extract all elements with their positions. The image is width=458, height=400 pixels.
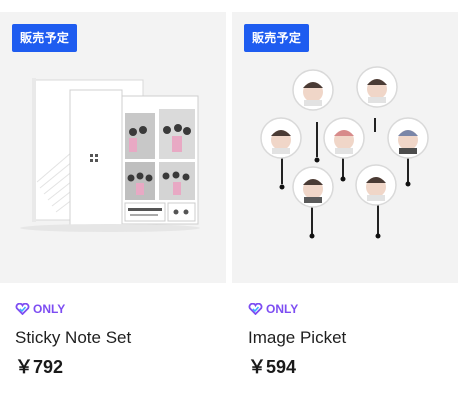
only-tag: ONLY xyxy=(15,302,65,316)
only-label: ONLY xyxy=(266,302,299,316)
only-tag: ONLY xyxy=(248,302,298,316)
image-picket-photo xyxy=(260,66,429,239)
product-image[interactable]: 販売予定 xyxy=(232,12,458,283)
product-card-sticky-note-set[interactable]: 販売予定 xyxy=(0,12,226,283)
product-card-image-picket[interactable]: 販売予定 xyxy=(232,12,458,283)
product-grid: 販売予定 ONLY Sticky Note Set ￥792 販売予定 ONLY… xyxy=(0,0,458,400)
product-price: ￥792 xyxy=(15,357,64,377)
sticky-note-set-photo xyxy=(20,78,200,232)
product-title[interactable]: Image Picket xyxy=(248,328,346,348)
only-heart-icon xyxy=(15,303,30,315)
only-heart-icon xyxy=(248,303,263,315)
product-price: ￥594 xyxy=(248,357,297,377)
product-image[interactable]: 販売予定 xyxy=(0,12,226,283)
status-badge: 販売予定 xyxy=(12,24,78,52)
product-title[interactable]: Sticky Note Set xyxy=(15,328,131,348)
status-badge: 販売予定 xyxy=(244,24,310,52)
only-label: ONLY xyxy=(33,302,66,316)
